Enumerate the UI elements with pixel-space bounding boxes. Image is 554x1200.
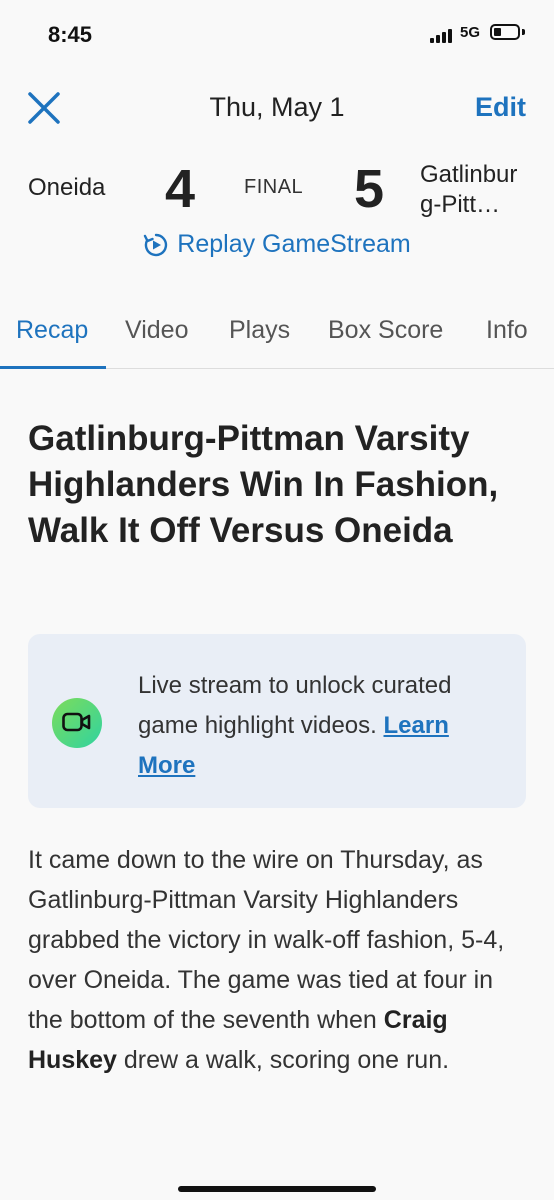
- active-tab-indicator: [0, 366, 106, 369]
- video-camera-icon: [52, 698, 102, 748]
- page-title: Thu, May 1: [209, 92, 345, 122]
- replay-gamestream-button[interactable]: Replay GameStream: [143, 230, 411, 259]
- tab-bar: Recap Video Plays Box Score Info: [0, 300, 554, 369]
- tab-plays[interactable]: Plays: [229, 316, 290, 345]
- recap-text-part2: drew a walk, scoring one run.: [123, 1046, 450, 1074]
- status-bar: 8:45 5G: [0, 0, 554, 70]
- replay-label: Replay GameStream: [177, 230, 411, 258]
- recap-body: It came down to the wire on Thursday, as…: [28, 840, 528, 1080]
- livestream-promo-card: Live stream to unlock curated game highl…: [28, 634, 526, 808]
- status-time: 8:45: [48, 22, 93, 47]
- network-type: 5G: [460, 24, 481, 41]
- game-status: FINAL: [244, 176, 304, 198]
- tab-info[interactable]: Info: [486, 316, 528, 345]
- away-team-name[interactable]: Oneida: [28, 174, 105, 202]
- replay-row: Replay GameStream: [0, 230, 554, 266]
- home-indicator[interactable]: [178, 1186, 376, 1192]
- replay-icon: [144, 233, 168, 256]
- battery-cap: [522, 29, 525, 35]
- header: Thu, May 1 Edit: [0, 80, 554, 136]
- promo-text-block: Live stream to unlock curated game highl…: [138, 666, 508, 786]
- tab-recap[interactable]: Recap: [16, 316, 88, 345]
- battery-icon: [490, 24, 520, 40]
- home-team-score: 5: [354, 159, 385, 219]
- home-team-name[interactable]: Gatlinburg-Pitt…: [420, 160, 530, 220]
- article-headline: Gatlinburg-Pittman Varsity Highlanders W…: [28, 419, 499, 550]
- tab-box-score[interactable]: Box Score: [328, 316, 443, 345]
- away-team-score: 4: [165, 159, 196, 219]
- edit-button[interactable]: Edit: [475, 92, 526, 123]
- tab-video[interactable]: Video: [125, 316, 189, 345]
- scoreboard: Oneida 4 FINAL 5 Gatlinburg-Pitt…: [0, 150, 554, 230]
- signal-strength-icon: [430, 27, 456, 43]
